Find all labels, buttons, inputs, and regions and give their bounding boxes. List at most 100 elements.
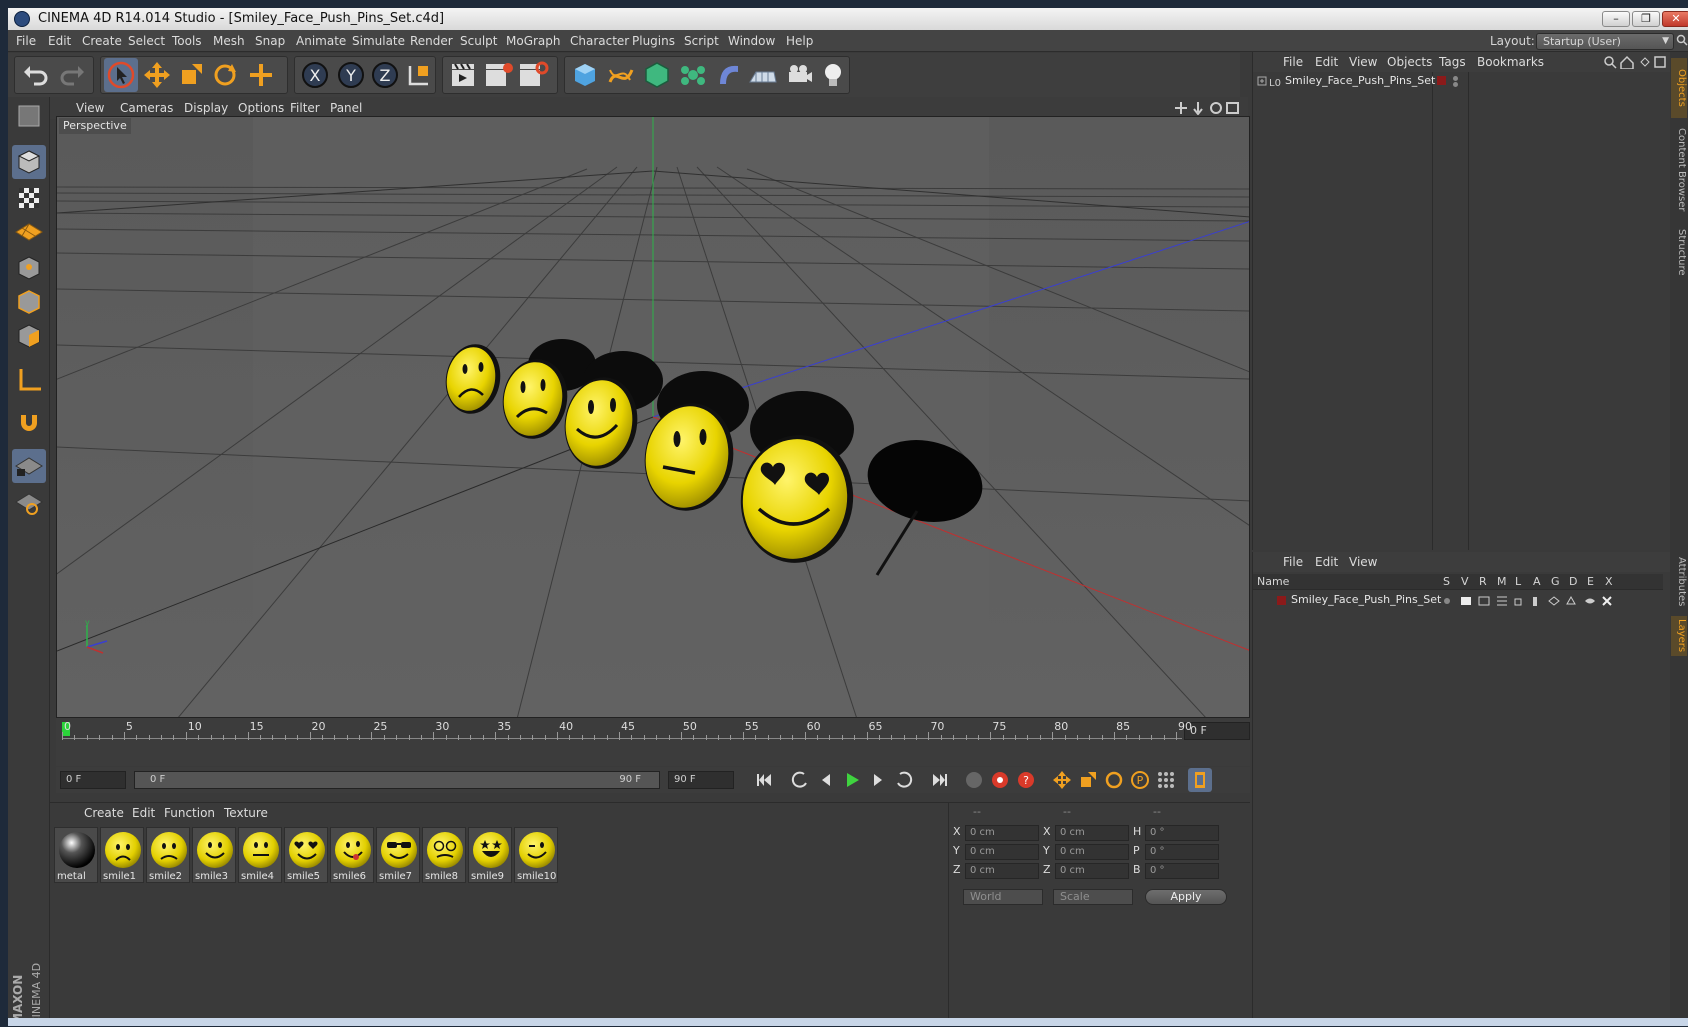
deformer-button[interactable] bbox=[712, 58, 746, 92]
render-visibility-dot[interactable] bbox=[1453, 82, 1458, 87]
layer-col-name[interactable]: Name bbox=[1257, 575, 1289, 588]
cloner-button[interactable] bbox=[676, 58, 710, 92]
menu-create[interactable]: Create bbox=[82, 30, 122, 52]
menu-plugins[interactable]: Plugins bbox=[632, 30, 675, 52]
layer-color-swatch[interactable] bbox=[1277, 596, 1286, 605]
previous-frame-button[interactable] bbox=[814, 768, 838, 792]
layer-row[interactable]: Smiley_Face_Push_Pins_Set bbox=[1253, 592, 1663, 610]
null-object-icon[interactable]: L0 bbox=[1257, 74, 1281, 90]
side-tab-attributes[interactable]: Attributes bbox=[1671, 552, 1687, 612]
layers-menu-view[interactable]: View bbox=[1349, 552, 1377, 572]
menu-render[interactable]: Render bbox=[410, 30, 453, 52]
start-frame-field[interactable]: 0 F bbox=[60, 771, 126, 789]
menu-window[interactable]: Window bbox=[728, 30, 775, 52]
object-tree-root-name[interactable]: Smiley_Face_Push_Pins_Set bbox=[1285, 74, 1435, 87]
apply-button[interactable]: Apply bbox=[1145, 889, 1227, 905]
objects-menu-file[interactable]: File bbox=[1283, 52, 1303, 72]
add-object-tool[interactable] bbox=[244, 58, 278, 92]
layout-dropdown[interactable]: Startup (User) ▼ bbox=[1536, 33, 1674, 50]
material-swatch-smile1[interactable]: smile1 bbox=[100, 827, 144, 883]
previous-key-button[interactable] bbox=[788, 768, 812, 792]
layer-col-animation[interactable]: A bbox=[1533, 575, 1541, 588]
object-manager-nav-icons[interactable] bbox=[1603, 55, 1669, 69]
snap-button[interactable] bbox=[12, 405, 46, 439]
x-axis-lock[interactable]: X bbox=[298, 58, 332, 92]
layer-col-locked[interactable]: L bbox=[1515, 575, 1521, 588]
coord-pos-y-field[interactable]: 0 cm bbox=[965, 844, 1039, 860]
viewport-camera-label[interactable]: Perspective bbox=[59, 118, 131, 134]
material-swatch-smile8[interactable]: smile8 bbox=[422, 827, 466, 883]
layer-col-solo[interactable]: S bbox=[1443, 575, 1450, 588]
menu-help[interactable]: Help bbox=[786, 30, 813, 52]
key-parameter-toggle[interactable]: P bbox=[1128, 768, 1152, 792]
go-to-end-button[interactable] bbox=[928, 768, 952, 792]
y-axis-lock[interactable]: Y bbox=[334, 58, 368, 92]
workplane-snap-button[interactable] bbox=[12, 485, 46, 519]
3d-viewport[interactable]: Perspective y bbox=[56, 116, 1250, 718]
key-point-level-toggle[interactable] bbox=[1154, 768, 1178, 792]
menu-animate[interactable]: Animate bbox=[296, 30, 346, 52]
floor-button[interactable] bbox=[746, 58, 780, 92]
editor-visibility-dot[interactable] bbox=[1453, 76, 1458, 81]
material-swatch-smile5[interactable]: smile5 bbox=[284, 827, 328, 883]
viewport-navigation-icons[interactable] bbox=[1174, 101, 1240, 115]
layer-col-deformers[interactable]: D bbox=[1569, 575, 1577, 588]
keyframe-selection-button[interactable]: ? bbox=[1014, 768, 1038, 792]
timeline-ruler[interactable]: 0 F 0 5 10 15 20 25 30 35 40 45 50 55 60 65 70 75 80 85 90 bbox=[56, 718, 1250, 766]
layers-menu-file[interactable]: File bbox=[1283, 552, 1303, 572]
close-button[interactable]: ✕ bbox=[1662, 11, 1688, 27]
coord-pos-x-field[interactable]: 0 cm bbox=[965, 825, 1039, 841]
menu-simulate[interactable]: Simulate bbox=[352, 30, 405, 52]
next-key-button[interactable] bbox=[892, 768, 916, 792]
camera-button[interactable] bbox=[782, 58, 816, 92]
next-frame-button[interactable] bbox=[866, 768, 890, 792]
render-picture-viewer-button[interactable] bbox=[482, 58, 516, 92]
restore-button[interactable]: ❐ bbox=[1632, 11, 1660, 27]
live-selection-tool[interactable] bbox=[104, 58, 138, 92]
play-button[interactable] bbox=[840, 768, 864, 792]
material-swatch-smile2[interactable]: smile2 bbox=[146, 827, 190, 883]
menu-mograph[interactable]: MoGraph bbox=[506, 30, 561, 52]
end-frame-field[interactable]: 90 F bbox=[668, 771, 734, 789]
move-tool[interactable] bbox=[140, 58, 174, 92]
material-swatch-smile9[interactable]: smile9 bbox=[468, 827, 512, 883]
layer-col-expressions[interactable]: E bbox=[1587, 575, 1594, 588]
texture-mode-button[interactable] bbox=[12, 181, 46, 215]
layer-col-visible[interactable]: V bbox=[1461, 575, 1469, 588]
coord-rot-h-field[interactable]: 0 ° bbox=[1145, 825, 1219, 841]
material-menu-texture[interactable]: Texture bbox=[224, 803, 268, 823]
material-swatch-smile7[interactable]: smile7 bbox=[376, 827, 420, 883]
coord-size-x-field[interactable]: 0 cm bbox=[1055, 825, 1129, 841]
subdivision-surface-button[interactable] bbox=[640, 58, 674, 92]
menu-tools[interactable]: Tools bbox=[172, 30, 202, 52]
timeline-layout-button[interactable] bbox=[1188, 768, 1212, 792]
objects-menu-edit[interactable]: Edit bbox=[1315, 52, 1338, 72]
redo-button[interactable] bbox=[56, 58, 90, 92]
points-mode-button[interactable] bbox=[12, 251, 46, 285]
go-to-start-button[interactable] bbox=[752, 768, 776, 792]
layer-row-name[interactable]: Smiley_Face_Push_Pins_Set bbox=[1291, 593, 1441, 606]
coord-size-z-field[interactable]: 0 cm bbox=[1055, 863, 1129, 879]
layer-color-swatch[interactable] bbox=[1437, 76, 1446, 85]
side-tab-content-browser[interactable]: Content Browser bbox=[1671, 122, 1687, 218]
menu-file[interactable]: File bbox=[16, 30, 36, 52]
z-axis-lock[interactable]: Z bbox=[368, 58, 402, 92]
material-swatch-smile6[interactable]: smile6 bbox=[330, 827, 374, 883]
coord-type-dropdown[interactable]: Scale bbox=[1053, 889, 1133, 905]
frame-range-slider[interactable]: 0 F 90 F bbox=[134, 771, 660, 789]
model-mode-button[interactable] bbox=[12, 99, 46, 133]
workplane-lock-button[interactable] bbox=[12, 449, 46, 483]
current-frame-field[interactable]: 0 F bbox=[1184, 722, 1250, 740]
menu-character[interactable]: Character bbox=[570, 30, 629, 52]
side-tab-layers[interactable]: Layers bbox=[1671, 616, 1687, 656]
material-menu-function[interactable]: Function bbox=[164, 803, 215, 823]
rotate-tool[interactable] bbox=[208, 58, 242, 92]
menu-mesh[interactable]: Mesh bbox=[213, 30, 245, 52]
layer-col-xref[interactable]: X bbox=[1605, 575, 1613, 588]
menu-snap[interactable]: Snap bbox=[255, 30, 285, 52]
key-position-toggle[interactable] bbox=[1050, 768, 1074, 792]
menu-edit[interactable]: Edit bbox=[48, 30, 71, 52]
coord-rot-b-field[interactable]: 0 ° bbox=[1145, 863, 1219, 879]
auto-keying-button[interactable] bbox=[988, 768, 1012, 792]
side-tab-objects[interactable]: Objects bbox=[1671, 58, 1687, 118]
